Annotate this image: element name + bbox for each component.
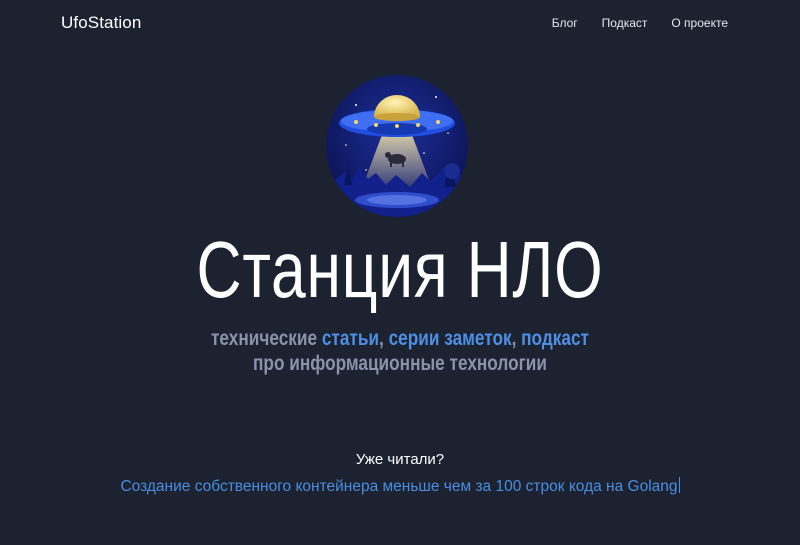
- podcast-link[interactable]: подкаст: [521, 327, 589, 350]
- brand-link[interactable]: UfoStation: [61, 13, 141, 33]
- recent-heading: Уже читали?: [355, 451, 445, 468]
- nav-item-blog[interactable]: Блог: [552, 16, 578, 30]
- recent-article: Создание собственного контейнера меньше …: [0, 477, 800, 496]
- series-link[interactable]: серии заметок: [389, 327, 512, 350]
- subtitle-separator: ,: [379, 327, 389, 350]
- top-nav: Блог Подкаст О проекте: [552, 16, 728, 30]
- nav-item-about[interactable]: О проекте: [671, 16, 728, 30]
- subtitle-line2: про информационные технологии: [253, 352, 547, 375]
- subtitle-separator: ,: [511, 327, 522, 350]
- page-title: Станция НЛО: [196, 225, 604, 314]
- page: UfoStation Блог Подкаст О проекте Станци…: [0, 0, 800, 545]
- recent-article-link[interactable]: Создание собственного контейнера меньше …: [120, 478, 677, 495]
- subtitle-prefix: технические: [211, 327, 322, 350]
- typing-caret: [678, 477, 680, 493]
- ufo-logo-icon: [326, 75, 468, 217]
- hero-subtitle: технические статьи, серии заметок, подка…: [72, 326, 728, 376]
- nav-item-podcast[interactable]: Подкаст: [602, 16, 648, 30]
- articles-link[interactable]: статьи: [322, 327, 379, 350]
